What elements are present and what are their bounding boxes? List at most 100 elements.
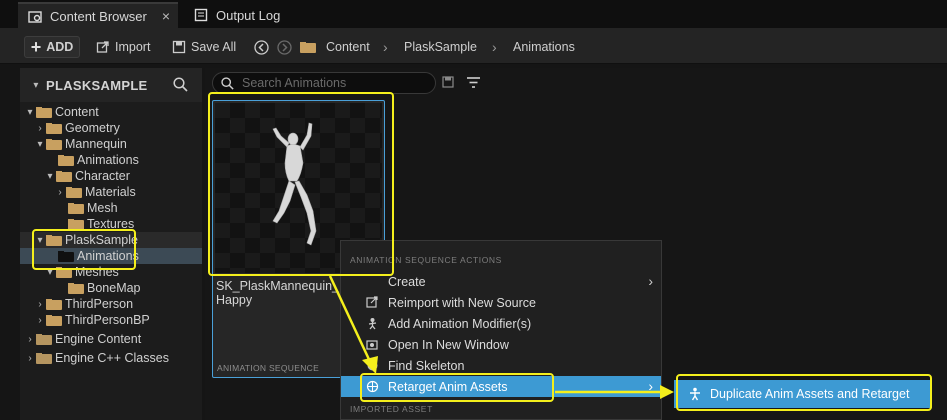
- tree-item-geometry[interactable]: › Geometry: [20, 120, 202, 136]
- menu-item-open-in-new-window[interactable]: Open In New Window: [341, 334, 661, 355]
- save-icon: [172, 40, 186, 54]
- folder-icon: [46, 298, 62, 310]
- tree-item-engine-content[interactable]: › Engine Content: [20, 331, 202, 347]
- search-icon[interactable]: [173, 77, 188, 92]
- add-label: ADD: [46, 40, 74, 54]
- tab-output-log[interactable]: Output Log: [184, 2, 314, 28]
- forward-arrow-icon: [277, 39, 292, 55]
- breadcrumb-animations[interactable]: Animations: [513, 36, 575, 58]
- tree-item-character[interactable]: ▾ Character: [20, 168, 202, 184]
- menu-item-label: Create: [388, 274, 426, 289]
- tree-item-plasksample[interactable]: ▾ PlaskSample: [20, 232, 202, 248]
- import-label: Import: [115, 40, 151, 54]
- chevron-right-icon: ›: [38, 122, 42, 134]
- tree-item-engine-cpp-classes[interactable]: › Engine C++ Classes: [20, 350, 202, 366]
- context-menu: ANIMATION SEQUENCE ACTIONS Create › Reim…: [340, 240, 662, 420]
- breadcrumb-content[interactable]: Content: [326, 36, 370, 58]
- reimport-icon: [366, 296, 378, 308]
- chevron-right-icon: ›: [383, 39, 388, 55]
- chevron-right-icon: ›: [38, 314, 42, 326]
- asset-type-label: ANIMATION SEQUENCE: [217, 363, 320, 373]
- cpp-folder-icon: [36, 352, 52, 364]
- retarget-figure-icon: [690, 387, 700, 401]
- back-button[interactable]: [254, 36, 269, 58]
- tab-label: Content Browser: [50, 8, 147, 24]
- tree-item-mannequin[interactable]: ▾ Mannequin: [20, 136, 202, 152]
- tree-item-label: BoneMap: [87, 281, 141, 295]
- folder-icon: [36, 333, 52, 345]
- output-log-icon: [194, 8, 208, 22]
- filter-icon[interactable]: [466, 76, 481, 89]
- tree-item-mannequin-animations[interactable]: Animations: [20, 152, 202, 168]
- tree-item-thirdpersonbp[interactable]: › ThirdPersonBP: [20, 312, 202, 328]
- tree-item-meshes[interactable]: ▾ Meshes: [20, 264, 202, 280]
- back-arrow-icon: [254, 39, 269, 55]
- menu-item-add-animation-modifier[interactable]: Add Animation Modifier(s): [341, 313, 661, 334]
- menu-item-find-skeleton[interactable]: Find Skeleton: [341, 355, 661, 376]
- chevron-right-icon: ›: [492, 39, 497, 55]
- add-button[interactable]: + ADD: [24, 36, 80, 58]
- folder-icon: [46, 122, 62, 134]
- tab-content-browser[interactable]: Content Browser ×: [18, 2, 178, 28]
- tree-item-content[interactable]: ▾ Content: [20, 104, 202, 120]
- sources-header[interactable]: ▾ PLASKSAMPLE: [20, 68, 202, 102]
- menu-item-label: Retarget Anim Assets: [388, 379, 508, 394]
- menu-item-create[interactable]: Create ›: [341, 271, 661, 292]
- folder-icon: [46, 234, 62, 246]
- menu-item-label: Find Skeleton: [388, 358, 465, 373]
- chevron-right-icon: ›: [28, 352, 32, 364]
- tab-label: Output Log: [216, 7, 281, 23]
- tree-item-textures[interactable]: Textures: [20, 216, 202, 232]
- folder-icon: [46, 314, 62, 326]
- chevron-right-icon: ›: [648, 378, 653, 394]
- toolbar: + ADD Import Save All Content › PlaskSam…: [0, 28, 947, 64]
- tree-item-label: Character: [75, 169, 130, 183]
- breadcrumb-plasksample[interactable]: PlaskSample: [404, 36, 477, 58]
- folder-icon: [46, 138, 62, 150]
- chevron-down-icon: ▾: [47, 170, 53, 182]
- retarget-icon: [366, 380, 379, 393]
- chevron-down-icon: ▾: [27, 106, 33, 118]
- tree-item-plasksample-animations[interactable]: Animations: [20, 248, 202, 264]
- close-icon[interactable]: ×: [162, 8, 170, 24]
- tree-item-label: Content: [55, 105, 99, 119]
- import-button[interactable]: Import: [96, 36, 150, 58]
- chevron-down-icon: ▾: [47, 266, 53, 278]
- tree-item-label: Mesh: [87, 201, 118, 215]
- tree-item-materials[interactable]: › Materials: [20, 184, 202, 200]
- chevron-right-icon: ›: [38, 298, 42, 310]
- sources-panel: ▾ PLASKSAMPLE ▾ Content › Geometry ▾ Man…: [20, 68, 202, 420]
- tree-item-mesh[interactable]: Mesh: [20, 200, 202, 216]
- tree-item-label: Textures: [87, 217, 135, 231]
- submenu-item-label: Duplicate Anim Assets and Retarget: [710, 387, 910, 401]
- chevron-right-icon: ›: [28, 333, 32, 345]
- sources-title: PLASKSAMPLE: [46, 77, 148, 93]
- forward-button[interactable]: [277, 36, 292, 58]
- import-icon: [96, 41, 109, 53]
- tree-item-label: Engine C++ Classes: [55, 351, 169, 365]
- menu-item-label: Reimport with New Source: [388, 295, 536, 310]
- submenu-item-duplicate-and-retarget[interactable]: Duplicate Anim Assets and Retarget: [674, 380, 932, 408]
- menu-item-retarget-anim-assets[interactable]: Retarget Anim Assets ›: [341, 376, 661, 397]
- tree-item-label: Engine Content: [55, 332, 142, 346]
- chevron-right-icon: ›: [58, 186, 62, 198]
- search-input[interactable]: Search Animations: [212, 72, 436, 94]
- chevron-down-icon: ▾: [33, 79, 39, 91]
- tree-item-bonemap[interactable]: BoneMap: [20, 280, 202, 296]
- tree-item-label: ThirdPersonBP: [65, 313, 150, 327]
- menu-item-label: Add Animation Modifier(s): [388, 316, 532, 331]
- create-icon: [366, 275, 379, 288]
- folder-icon: [300, 36, 319, 58]
- save-search-icon[interactable]: [442, 76, 454, 88]
- menu-item-reimport[interactable]: Reimport with New Source: [341, 292, 661, 313]
- save-all-button[interactable]: Save All: [172, 36, 236, 58]
- tree-item-label: Animations: [77, 153, 139, 167]
- folder-icon: [58, 154, 74, 166]
- modifier-icon: [368, 318, 377, 330]
- menu-section-imported: IMPORTED ASSET: [350, 404, 433, 414]
- window-icon: [366, 340, 378, 350]
- plus-icon: +: [30, 37, 42, 57]
- tab-bar: Content Browser × Output Log: [0, 0, 947, 28]
- tree-item-thirdperson[interactable]: › ThirdPerson: [20, 296, 202, 312]
- folder-icon: [56, 266, 72, 278]
